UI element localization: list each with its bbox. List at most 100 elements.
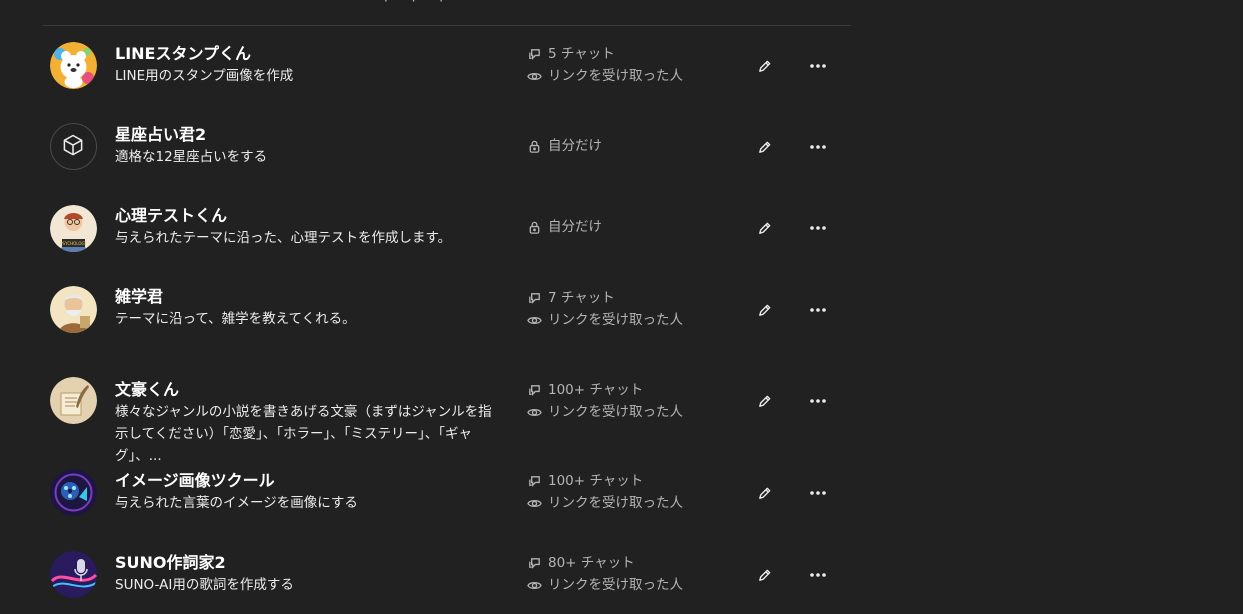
pencil-icon [758,304,770,316]
more-options-button[interactable] [807,218,829,238]
gpt-meta: 100+ チャット リンクを受け取った人 [527,470,727,514]
ellipsis-icon [810,64,826,68]
eye-icon [527,72,542,80]
cube-placeholder-icon [50,123,97,170]
chat-count-text: 5 チャット [548,46,615,62]
gpt-row[interactable]: 文豪くん 様々なジャンルの小説を書きあげる文豪（まずはジャンルを指 示してくださ… [42,349,851,464]
chat-count-text: 80+ チャット [548,555,635,571]
gpt-row[interactable]: SUNO作詞家2 SUNO-AI用の歌詞を作成する 80+ チャット リンクを受… [42,533,851,614]
svg-text:PSYCHOLOGY: PSYCHOLOGY [60,241,87,246]
visibility-text: リンクを受け取った人 [548,404,683,420]
ellipsis-icon [810,226,826,230]
chat-count-text: 7 チャット [548,290,615,306]
pencil-icon [758,141,770,153]
gpt-name[interactable]: イメージ画像ツクール [115,470,495,492]
gpt-name[interactable]: 星座占い君2 [115,124,495,146]
more-options-button[interactable] [807,391,829,411]
gpt-meta: 100+ チャット リンクを受け取った人 [527,379,727,423]
gpt-meta: 自分だけ [527,216,727,238]
visibility-text: リンクを受け取った人 [548,495,683,511]
pencil-icon [758,395,770,407]
chat-count: 100+ チャット [527,470,727,492]
visibility-text: 自分だけ [548,138,602,154]
ellipsis-icon [810,308,826,312]
description-line: 様々なジャンルの小説を書きあげる文豪（まずはジャンルを指 [115,404,492,420]
gpt-row[interactable]: 星座占い君2 適格な12星座占いをする 自分だけ [42,106,851,187]
pencil-icon [758,487,770,499]
pencil-icon [758,60,770,72]
visibility-private: 自分だけ [527,135,727,157]
eye-icon [527,581,542,589]
gpt-description: 適格な12星座占いをする [115,149,268,165]
visibility-text: リンクを受け取った人 [548,577,683,593]
gpt-meta: 5 チャット リンクを受け取った人 [527,43,727,87]
chat-bubble-icon [529,384,540,396]
visibility-link: リンクを受け取った人 [527,492,727,514]
chat-bubble-icon [529,48,540,60]
microphone-avatar [50,551,97,598]
edit-button[interactable] [754,300,774,320]
gpt-texts: 雑学君 テーマに沿って、雑学を教えてくれる。 [115,286,495,330]
gpt-meta: 80+ チャット リンクを受け取った人 [527,552,727,596]
more-options-button[interactable] [807,565,829,585]
previous-row-partial: · · · [42,0,851,26]
chat-count-text: 100+ チャット [548,382,644,398]
gpt-row[interactable]: PSYCHOLOGY 心理テストくん 与えられたテーマに沿った、心理テストを作成… [42,187,851,268]
gpt-texts: 星座占い君2 適格な12星座占いをする [115,124,495,168]
gpt-name[interactable]: 雑学君 [115,286,495,308]
chat-count-text: 100+ チャット [548,473,644,489]
chat-bubble-icon [529,475,540,487]
gpt-name[interactable]: 心理テストくん [115,205,495,227]
gpt-name[interactable]: SUNO作詞家2 [115,552,495,574]
gpt-row[interactable]: 雑学君 テーマに沿って、雑学を教えてくれる。 7 チャット リンクを受け取った人 [42,268,851,349]
chat-bubble-icon [529,557,540,569]
more-options-button[interactable] [807,56,829,76]
edit-button[interactable] [754,56,774,76]
gpt-description: 与えられたテーマに沿った、心理テストを作成します。 [115,230,452,246]
edit-button[interactable] [754,565,774,585]
gpt-name[interactable]: 文豪くん [115,379,495,401]
gpt-description: テーマに沿って、雑学を教えてくれる。 [115,311,356,327]
lock-icon [529,221,540,234]
edit-button[interactable] [754,483,774,503]
chat-count: 5 チャット [527,43,727,65]
gpt-row[interactable]: イメージ画像ツクール 与えられた言葉のイメージを画像にする 100+ チャット … [42,452,851,533]
chat-bubble-icon [529,292,540,304]
visibility-text: リンクを受け取った人 [548,68,683,84]
edit-button[interactable] [754,391,774,411]
gpt-meta: 7 チャット リンクを受け取った人 [527,287,727,331]
visibility-link: リンクを受け取った人 [527,574,727,596]
visibility-link: リンクを受け取った人 [527,65,727,87]
ellipsis-icon [810,145,826,149]
edit-button[interactable] [754,218,774,238]
gpt-row[interactable]: LINEスタンプくん LINE用のスタンプ画像を作成 5 チャット リンクを受け… [42,25,851,106]
visibility-text: 自分だけ [548,219,602,235]
quill-avatar [50,377,97,424]
scholar-avatar [50,286,97,333]
bear-sticker-avatar [50,42,97,89]
visibility-link: リンクを受け取った人 [527,309,727,331]
more-options-button[interactable] [807,483,829,503]
ellipsis-icon [810,573,826,577]
lock-icon [529,140,540,153]
visibility-text: リンクを受け取った人 [548,312,683,328]
pencil-icon [758,222,770,234]
chat-count: 80+ チャット [527,552,727,574]
film-reel-avatar [50,469,97,516]
more-options-button[interactable] [807,137,829,157]
gpt-description: LINE用のスタンプ画像を作成 [115,68,294,84]
visibility-private: 自分だけ [527,216,727,238]
ellipsis-icon [810,399,826,403]
gpt-texts: SUNO作詞家2 SUNO-AI用の歌詞を作成する [115,552,495,596]
edit-button[interactable] [754,137,774,157]
eye-icon [527,316,542,324]
gpt-texts: 心理テストくん 与えられたテーマに沿った、心理テストを作成します。 [115,205,495,249]
chat-count: 100+ チャット [527,379,727,401]
truncated-text: · · · [384,0,454,8]
ellipsis-icon [810,491,826,495]
pencil-icon [758,569,770,581]
gpt-texts: LINEスタンプくん LINE用のスタンプ画像を作成 [115,43,495,87]
visibility-link: リンクを受け取った人 [527,401,727,423]
gpt-name[interactable]: LINEスタンプくん [115,43,495,65]
more-options-button[interactable] [807,300,829,320]
